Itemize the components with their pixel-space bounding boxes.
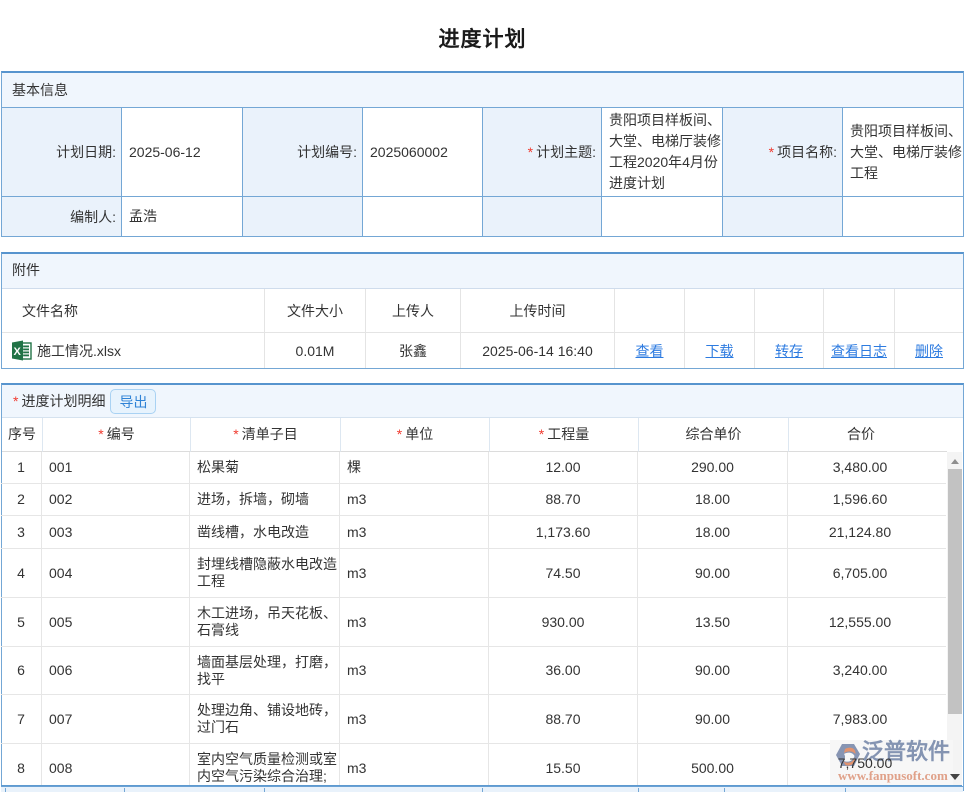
svg-text:X: X [14, 346, 22, 358]
